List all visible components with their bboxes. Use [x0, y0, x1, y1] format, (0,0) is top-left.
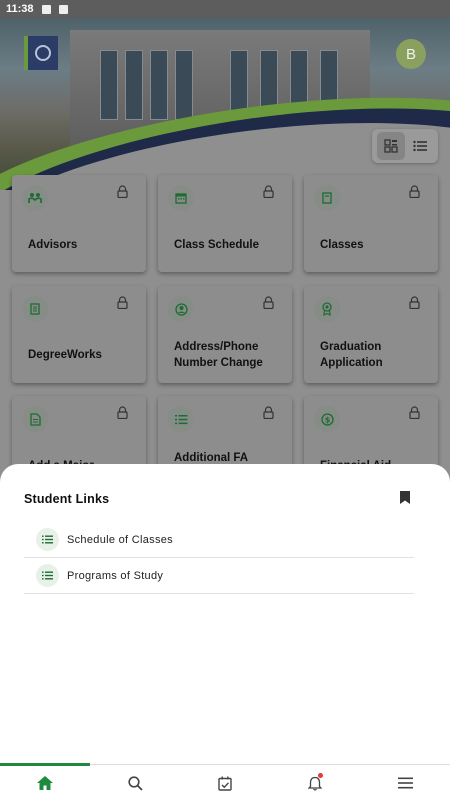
view-toggle: [372, 129, 438, 163]
status-bar: 11:38: [0, 0, 450, 18]
app-notification-icon: [58, 4, 68, 14]
nav-search[interactable]: [90, 765, 180, 800]
account-circle-icon: [168, 296, 194, 322]
home-icon: [37, 776, 53, 790]
nav-notifications[interactable]: [270, 765, 360, 800]
lock-icon: [263, 185, 274, 198]
tile-label: Classes: [320, 239, 364, 251]
list-view-button[interactable]: [406, 132, 434, 160]
book-icon: [314, 185, 340, 211]
tile-address-phone-change[interactable]: Address/Phone Number Change: [158, 286, 292, 383]
list-icon: [36, 564, 59, 587]
hamburger-icon: [397, 777, 413, 789]
lock-icon: [117, 296, 128, 309]
list-icon: [168, 406, 194, 432]
status-time: 11:38: [6, 3, 34, 15]
notebook-icon: [22, 296, 48, 322]
document-icon: [22, 406, 48, 432]
tile-class-schedule[interactable]: Class Schedule: [158, 175, 292, 272]
tile-classes[interactable]: Classes: [304, 175, 438, 272]
nav-home[interactable]: [0, 765, 90, 800]
lock-icon: [263, 296, 274, 309]
tile-label: DegreeWorks: [28, 349, 102, 361]
lock-icon: [409, 406, 420, 419]
link-label: Programs of Study: [67, 569, 164, 582]
link-schedule-of-classes[interactable]: Schedule of Classes: [24, 522, 414, 558]
search-icon: [127, 775, 143, 791]
tile-degreeworks[interactable]: DegreeWorks: [12, 286, 146, 383]
college-logo[interactable]: [24, 36, 58, 70]
lock-icon: [117, 185, 128, 198]
tile-label: Class Schedule: [174, 239, 260, 251]
grid-view-button[interactable]: [376, 132, 405, 160]
calendar-icon: [168, 185, 194, 211]
lock-icon: [409, 296, 420, 309]
lock-icon: [409, 185, 420, 198]
user-avatar[interactable]: B: [396, 39, 426, 69]
tile-label: Graduation Application: [320, 341, 383, 369]
award-icon: [314, 296, 340, 322]
nav-tasks[interactable]: [180, 765, 270, 800]
hero-banner: B: [0, 18, 450, 190]
image-notification-icon: [41, 4, 51, 14]
tile-advisors[interactable]: Advisors: [12, 175, 146, 272]
calendar-check-icon: [218, 776, 232, 791]
advisors-icon: [22, 185, 48, 211]
student-links-sheet: Student Links Schedule of Classes Progra…: [0, 464, 450, 764]
bottom-navigation: [0, 763, 450, 800]
grid-view-icon: [383, 139, 398, 153]
dollar-icon: $: [314, 406, 340, 432]
lock-icon: [117, 406, 128, 419]
nav-menu[interactable]: [360, 765, 450, 800]
logo-mark-icon: [35, 45, 51, 61]
tile-graduation-application[interactable]: Graduation Application: [304, 286, 438, 383]
tile-label: Advisors: [28, 239, 78, 251]
list-view-icon: [412, 140, 427, 152]
bookmark-icon[interactable]: [400, 491, 410, 504]
tile-label: Address/Phone Number Change: [174, 341, 263, 369]
link-label: Schedule of Classes: [67, 533, 173, 546]
link-programs-of-study[interactable]: Programs of Study: [24, 558, 414, 594]
svg-text:$: $: [324, 415, 330, 424]
list-icon: [36, 528, 59, 551]
sheet-title: Student Links: [24, 492, 110, 506]
lock-icon: [263, 406, 274, 419]
notification-badge: [318, 773, 323, 778]
